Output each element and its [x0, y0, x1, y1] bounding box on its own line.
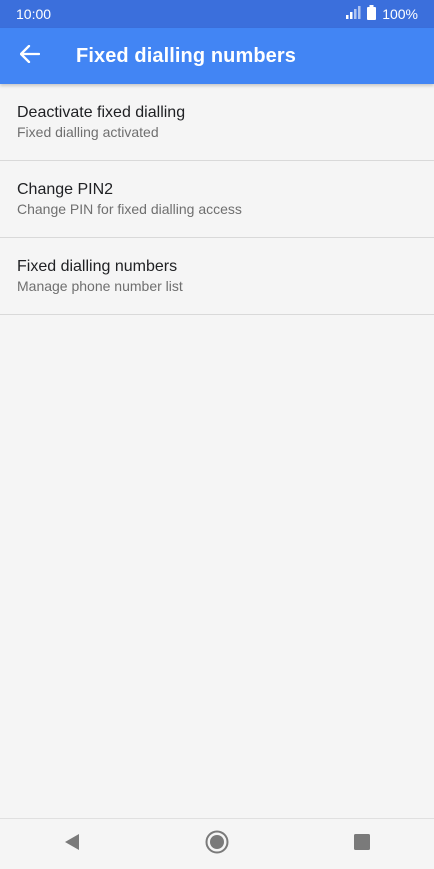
back-triangle-icon: [64, 833, 80, 856]
navigation-bar: [0, 818, 434, 869]
list-item-change-pin2[interactable]: Change PIN2 Change PIN for fixed diallin…: [0, 161, 434, 238]
list-item-title: Deactivate fixed dialling: [17, 104, 186, 121]
list-item-subtitle: Fixed dialling activated: [17, 124, 159, 140]
list-item-subtitle: Change PIN for fixed dialling access: [17, 201, 242, 217]
list-item-subtitle: Manage phone number list: [17, 278, 183, 294]
status-icons: 100%: [346, 5, 418, 23]
back-button[interactable]: [0, 28, 60, 84]
signal-icon: [346, 6, 361, 22]
list-item-title: Fixed dialling numbers: [17, 258, 178, 275]
arrow-left-icon: [19, 44, 41, 68]
list-item-deactivate-fixed-dialling[interactable]: Deactivate fixed dialling Fixed dialling…: [0, 84, 434, 161]
list-item-title: Change PIN2: [17, 181, 114, 198]
nav-back-button[interactable]: [42, 820, 102, 868]
settings-list: Deactivate fixed dialling Fixed dialling…: [0, 84, 434, 315]
battery-percentage: 100%: [382, 6, 418, 22]
status-bar: 10:00 100%: [0, 0, 434, 28]
app-bar: Fixed dialling numbers: [0, 28, 434, 84]
page-title: Fixed dialling numbers: [76, 44, 297, 67]
list-item-fixed-dialling-numbers[interactable]: Fixed dialling numbers Manage phone numb…: [0, 238, 434, 315]
nav-recents-button[interactable]: [332, 820, 392, 868]
home-circle-icon: [205, 830, 229, 859]
status-time: 10:00: [16, 6, 52, 22]
battery-icon: [367, 5, 377, 23]
recents-square-icon: [353, 833, 370, 855]
nav-home-button[interactable]: [187, 820, 247, 868]
